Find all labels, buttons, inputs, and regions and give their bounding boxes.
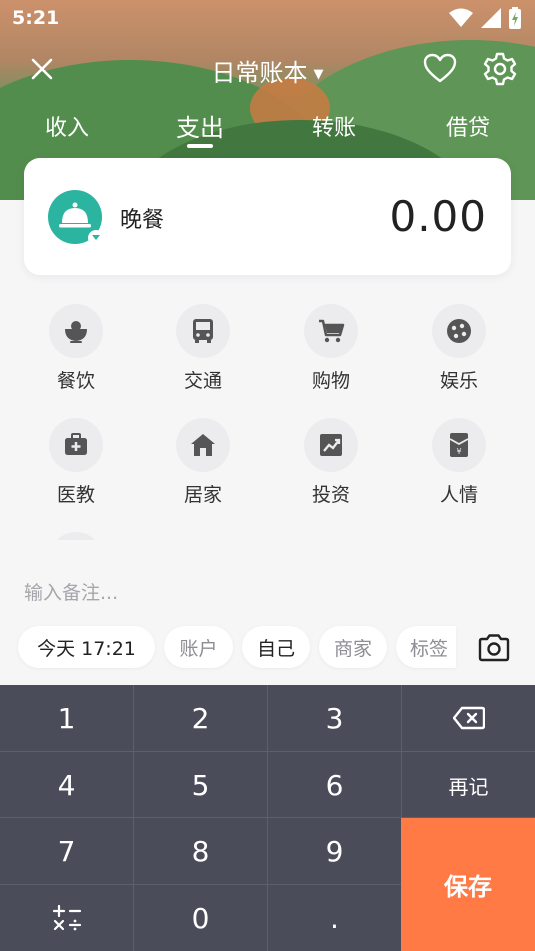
amount-card: 晚餐 0.00 bbox=[24, 158, 511, 275]
category-home[interactable]: 居家 bbox=[153, 416, 253, 516]
datetime-chip[interactable]: 今天 17:21 bbox=[18, 626, 155, 668]
home-icon bbox=[191, 434, 215, 456]
category-catering[interactable]: 餐饮 bbox=[26, 302, 126, 402]
tab-income[interactable]: 收入 bbox=[27, 110, 107, 142]
key-9[interactable]: 9 bbox=[268, 818, 401, 884]
category-label: 餐饮 bbox=[56, 370, 95, 392]
medical-kit-icon bbox=[65, 433, 87, 455]
category-medical[interactable]: 医教 bbox=[26, 416, 126, 516]
key-3[interactable]: 3 bbox=[268, 685, 401, 751]
category-transport[interactable]: 交通 bbox=[153, 302, 253, 402]
backspace-button[interactable] bbox=[402, 685, 535, 751]
number-keypad: 1 2 3 4 5 6 再记 7 8 9 0 . 保存 bbox=[0, 685, 535, 951]
backspace-icon bbox=[452, 706, 485, 730]
svg-text:¥: ¥ bbox=[456, 447, 461, 456]
wifi-icon bbox=[449, 8, 473, 27]
selected-category-button[interactable] bbox=[48, 190, 104, 246]
key-2[interactable]: 2 bbox=[134, 685, 267, 751]
category-label: 购物 bbox=[311, 370, 350, 392]
active-tab-indicator bbox=[187, 144, 213, 148]
bus-icon bbox=[193, 319, 213, 343]
category-shopping[interactable]: 购物 bbox=[281, 302, 381, 402]
key-5[interactable]: 5 bbox=[134, 752, 267, 818]
key-6[interactable]: 6 bbox=[268, 752, 401, 818]
category-label: 交通 bbox=[183, 370, 222, 392]
key-1[interactable]: 1 bbox=[0, 685, 133, 751]
category-label: 娱乐 bbox=[439, 370, 478, 392]
operators-button[interactable] bbox=[0, 885, 133, 951]
amount-display: 0.00 bbox=[389, 192, 487, 241]
key-7[interactable]: 7 bbox=[0, 818, 133, 884]
camera-icon[interactable] bbox=[477, 632, 511, 664]
tab-transfer[interactable]: 转账 bbox=[294, 110, 374, 142]
tab-loan[interactable]: 借贷 bbox=[428, 110, 508, 142]
ledger-title: 日常账本 bbox=[211, 59, 308, 87]
calculator-operators-icon bbox=[52, 904, 81, 931]
save-button[interactable]: 保存 bbox=[401, 818, 535, 951]
cart-icon bbox=[319, 319, 345, 343]
key-8[interactable]: 8 bbox=[134, 818, 267, 884]
entry-options: 今天 17:21 账户 自己 商家 标签 bbox=[0, 624, 535, 672]
note-input[interactable]: 输入备注... bbox=[24, 578, 118, 605]
top-bar: 日常账本 ▼ bbox=[0, 45, 535, 93]
record-again-button[interactable]: 再记 bbox=[402, 752, 535, 818]
category-grid: 餐饮 交通 购物 娱乐 医教 居家 投资 ¥ 人情 bbox=[0, 300, 535, 540]
category-entertainment[interactable]: 娱乐 bbox=[409, 302, 509, 402]
settings-gear-icon[interactable] bbox=[482, 51, 518, 87]
member-chip[interactable]: 自己 bbox=[242, 626, 310, 668]
gamepad-icon bbox=[447, 319, 471, 343]
trend-chart-icon bbox=[320, 434, 342, 456]
key-decimal[interactable]: . bbox=[268, 885, 401, 951]
category-label: 人情 bbox=[439, 484, 478, 506]
selected-category-label: 晚餐 bbox=[120, 208, 165, 233]
tab-expense[interactable]: 支出 bbox=[160, 108, 240, 143]
category-investment[interactable]: 投资 bbox=[281, 416, 381, 516]
category-gifts[interactable]: ¥ 人情 bbox=[409, 416, 509, 516]
heart-icon[interactable] bbox=[422, 51, 458, 87]
key-4[interactable]: 4 bbox=[0, 752, 133, 818]
tag-chip[interactable]: 标签 bbox=[396, 626, 456, 668]
account-chip[interactable]: 账户 bbox=[164, 626, 233, 668]
merchant-chip[interactable]: 商家 bbox=[319, 626, 387, 668]
category-label: 投资 bbox=[311, 484, 350, 506]
red-envelope-icon: ¥ bbox=[449, 433, 469, 457]
category-label: 医教 bbox=[56, 484, 95, 506]
status-bar: 5:21 bbox=[0, 0, 535, 36]
status-time: 5:21 bbox=[12, 7, 60, 29]
caret-down-icon: ▼ bbox=[313, 66, 324, 82]
rice-bowl-icon bbox=[65, 321, 87, 343]
type-tabs: 收入 支出 转账 借贷 bbox=[0, 108, 535, 152]
category-partial[interactable] bbox=[26, 530, 126, 540]
category-label: 居家 bbox=[183, 484, 222, 506]
dropdown-badge-icon bbox=[88, 230, 104, 246]
battery-icon bbox=[509, 7, 521, 29]
key-0[interactable]: 0 bbox=[134, 885, 267, 951]
signal-icon bbox=[481, 8, 501, 28]
